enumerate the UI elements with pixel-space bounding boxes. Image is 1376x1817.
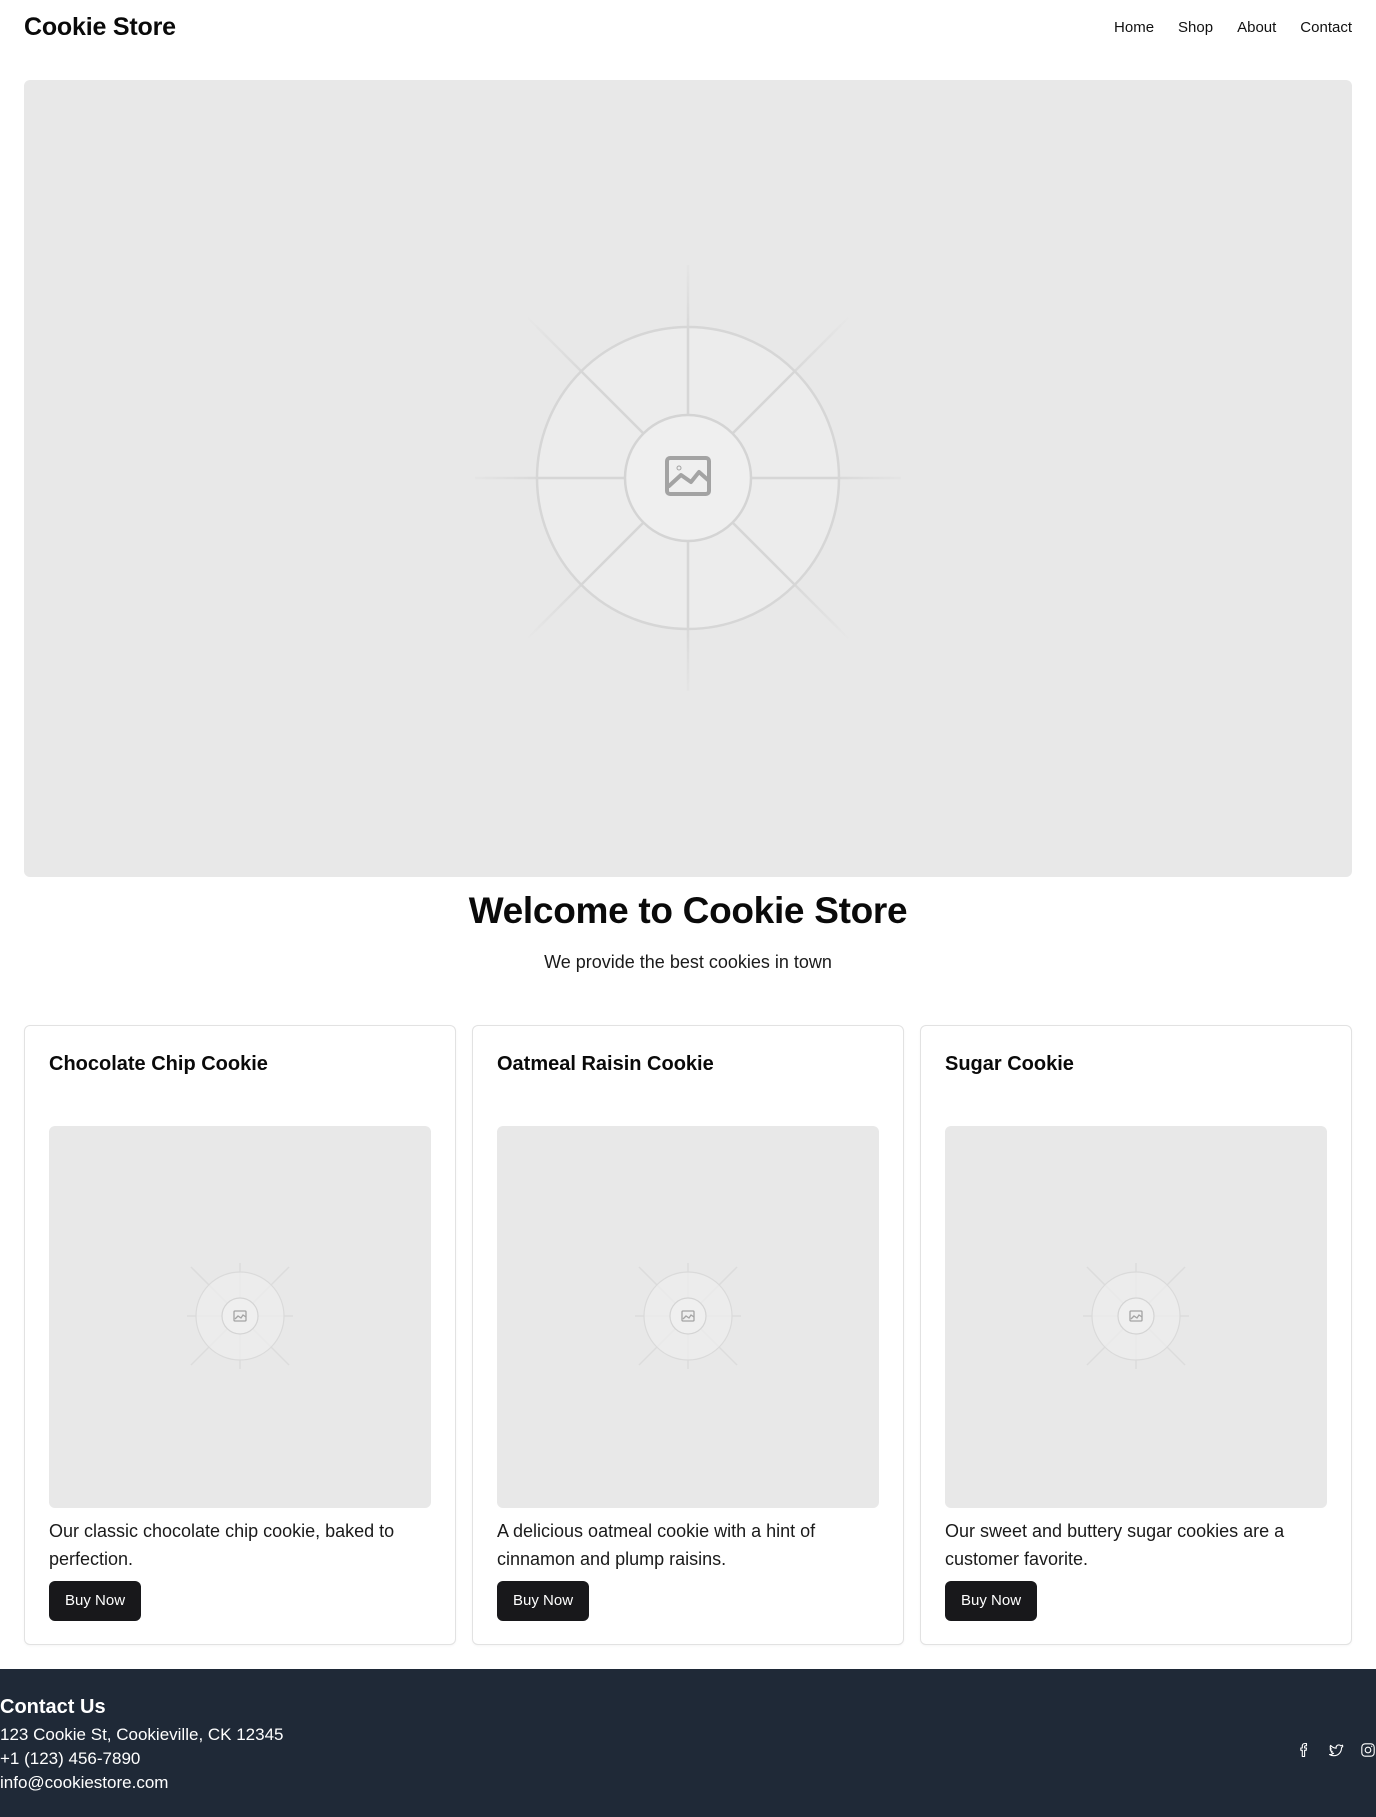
site-footer: Contact Us 123 Cookie St, Cookieville, C…	[0, 1669, 1376, 1817]
product-card: Chocolate Chip Cookie Our classic chocol…	[24, 1025, 456, 1645]
social-links	[1296, 1742, 1376, 1758]
footer-phone: +1 (123) 456-7890	[0, 1749, 141, 1768]
product-title: Oatmeal Raisin Cookie	[497, 1053, 714, 1075]
site-header: Cookie Store Home Shop About Contact	[0, 0, 1376, 56]
nav-link-home[interactable]: Home	[1114, 19, 1154, 37]
product-title: Sugar Cookie	[945, 1053, 1074, 1075]
image-placeholder-icon	[187, 1263, 293, 1369]
brand-logo-text[interactable]: Cookie Store	[24, 13, 176, 42]
main-nav: Home Shop About Contact	[1114, 19, 1352, 37]
nav-link-contact[interactable]: Contact	[1300, 19, 1352, 37]
page-title: Welcome to Cookie Store	[468, 890, 908, 931]
buy-now-button[interactable]: Buy Now	[945, 1581, 1038, 1621]
footer-email: info@cookiestore.com	[0, 1773, 169, 1792]
footer-address: 123 Cookie St, Cookieville, CK 12345	[0, 1725, 284, 1744]
nav-link-shop[interactable]: Shop	[1178, 19, 1213, 37]
facebook-icon[interactable]	[1296, 1742, 1312, 1758]
product-image	[497, 1126, 879, 1508]
product-card: Sugar Cookie Our sweet and buttery sugar…	[920, 1025, 1352, 1645]
twitter-icon[interactable]	[1328, 1742, 1344, 1758]
page-subtitle: We provide the best cookies in town	[544, 952, 832, 972]
nav-link-about[interactable]: About	[1237, 19, 1276, 37]
product-title: Chocolate Chip Cookie	[49, 1053, 268, 1075]
product-description: A delicious oatmeal cookie with a hint o…	[497, 1521, 816, 1569]
buy-now-button[interactable]: Buy Now	[49, 1581, 142, 1621]
buy-now-button[interactable]: Buy Now	[497, 1581, 590, 1621]
product-image	[945, 1126, 1327, 1508]
product-grid: Chocolate Chip Cookie Our classic chocol…	[24, 1025, 1352, 1645]
product-description: Our sweet and buttery sugar cookies are …	[945, 1521, 1285, 1569]
product-description: Our classic chocolate chip cookie, baked…	[49, 1521, 395, 1569]
image-placeholder-icon	[1083, 1263, 1189, 1369]
product-image	[49, 1126, 431, 1508]
image-placeholder-icon	[635, 1263, 741, 1369]
hero-image	[24, 80, 1352, 877]
product-card: Oatmeal Raisin Cookie A delicious oatmea…	[472, 1025, 904, 1645]
footer-heading: Contact Us	[0, 1696, 106, 1718]
image-placeholder-icon	[475, 265, 901, 691]
instagram-icon[interactable]	[1360, 1742, 1376, 1758]
